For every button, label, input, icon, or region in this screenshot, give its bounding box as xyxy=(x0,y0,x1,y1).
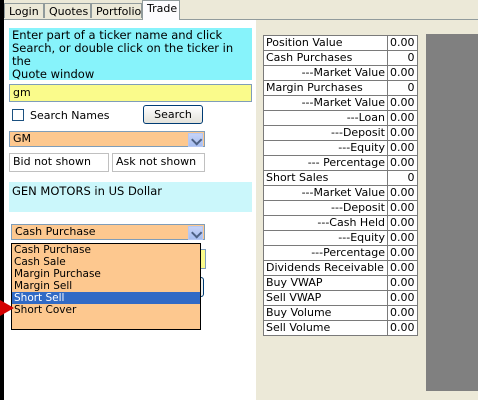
table-row: --- Percentage 0.00 xyxy=(263,155,418,171)
tab-trade[interactable]: Trade xyxy=(142,0,180,20)
position-value: 0.00 xyxy=(387,140,418,156)
table-row: Margin Purchases 0 xyxy=(263,80,418,96)
position-label: --- Percentage xyxy=(263,155,388,171)
table-row: ---Market Value 0.00 xyxy=(263,185,418,201)
ticker-description: GEN MOTORS in US Dollar xyxy=(9,182,252,212)
trade-type-select[interactable]: Cash Purchase xyxy=(11,224,205,240)
position-value: 0.00 xyxy=(387,35,418,51)
position-value: 0.00 xyxy=(387,260,418,276)
bid-field: Bid not shown xyxy=(9,153,109,172)
position-label: ---Deposit xyxy=(263,125,388,141)
table-row: ---Market Value 0.00 xyxy=(263,95,418,111)
instructions-text: Enter part of a ticker name and click Se… xyxy=(9,28,252,81)
table-row: ---Cash Held 0.00 xyxy=(263,215,418,231)
tab-login[interactable]: Login xyxy=(4,3,44,18)
table-row: Cash Purchases 0 xyxy=(263,50,418,66)
position-label: Position Value xyxy=(263,35,388,51)
dropdown-option-selected[interactable]: Short Sell xyxy=(12,292,200,304)
search-names-checkbox[interactable] xyxy=(12,109,24,121)
table-row: ---Equity 0.00 xyxy=(263,140,418,156)
position-value: 0.00 xyxy=(387,290,418,306)
chevron-down-icon[interactable] xyxy=(188,226,203,240)
position-label: Dividends Receivable xyxy=(263,260,388,276)
position-label: ---Percentage xyxy=(263,245,388,261)
position-value: 0.00 xyxy=(387,65,418,81)
instructions-line: Search, or double click on the ticker in… xyxy=(12,41,234,68)
position-label: ---Equity xyxy=(263,230,388,246)
table-row: Buy VWAP 0.00 xyxy=(263,275,418,291)
dropdown-option[interactable]: Short Cover xyxy=(12,304,200,316)
chevron-down-icon[interactable] xyxy=(188,133,203,147)
position-label: ---Market Value xyxy=(263,185,388,201)
grey-panel xyxy=(426,34,478,391)
position-label: ---Deposit xyxy=(263,200,388,216)
position-label: ---Cash Held xyxy=(263,215,388,231)
table-row: ---Deposit 0.00 xyxy=(263,125,418,141)
dropdown-option[interactable]: Margin Purchase xyxy=(12,268,200,280)
table-row: Dividends Receivable 0.00 xyxy=(263,260,418,276)
ticker-search-input[interactable]: gm xyxy=(9,84,252,102)
tab-portfolio[interactable]: Portfolio xyxy=(91,3,142,18)
table-row: ---Loan 0.00 xyxy=(263,110,418,126)
position-value: 0 xyxy=(387,50,418,66)
position-label: ---Loan xyxy=(263,110,388,126)
position-label: Cash Purchases xyxy=(263,50,388,66)
position-value: 0.00 xyxy=(387,275,418,291)
position-value: 0.00 xyxy=(387,95,418,111)
position-value: 0.00 xyxy=(387,305,418,321)
instructions-line: Quote window xyxy=(12,67,95,81)
position-value: 0.00 xyxy=(387,230,418,246)
table-row: Sell Volume 0.00 xyxy=(263,320,418,336)
position-label: Short Sales xyxy=(263,170,388,186)
position-label: Buy Volume xyxy=(263,305,388,321)
search-names-option[interactable]: Search Names xyxy=(12,108,109,122)
position-label: Margin Purchases xyxy=(263,80,388,96)
table-row: ---Equity 0.00 xyxy=(263,230,418,246)
position-value: 0.00 xyxy=(387,110,418,126)
position-value: 0.00 xyxy=(387,185,418,201)
table-row: ---Market Value 0.00 xyxy=(263,65,418,81)
tab-quotes[interactable]: Quotes xyxy=(44,3,91,18)
position-value: 0 xyxy=(387,170,418,186)
ticker-select[interactable]: GM xyxy=(9,131,205,147)
position-label: Sell VWAP xyxy=(263,290,388,306)
position-label: Sell Volume xyxy=(263,320,388,336)
position-value: 0.00 xyxy=(387,155,418,171)
table-row: Buy Volume 0.00 xyxy=(263,305,418,321)
dropdown-option[interactable]: Margin Sell xyxy=(12,280,200,292)
position-value: 0.00 xyxy=(387,245,418,261)
position-value: 0.00 xyxy=(387,320,418,336)
table-row: Position Value 0.00 xyxy=(263,35,418,51)
dropdown-option[interactable]: Cash Purchase xyxy=(12,244,200,256)
red-arrow-pointer xyxy=(0,300,14,316)
ask-field: Ask not shown xyxy=(112,153,205,172)
search-names-label: Search Names xyxy=(30,108,110,122)
tab-bar: Login Quotes Portfolio Trade xyxy=(4,0,478,20)
position-value: 0.00 xyxy=(387,215,418,231)
positions-table: Position Value 0.00 Cash Purchases 0 ---Mark… xyxy=(263,35,418,336)
position-label: ---Equity xyxy=(263,140,388,156)
position-value: 0 xyxy=(387,80,418,96)
trade-type-select-value: Cash Purchase xyxy=(15,225,96,238)
position-label: ---Market Value xyxy=(263,65,388,81)
position-value: 0.00 xyxy=(387,200,418,216)
trade-type-dropdown[interactable]: Cash Purchase Cash Sale Margin Purchase … xyxy=(11,243,201,330)
position-value: 0.00 xyxy=(387,125,418,141)
position-label: ---Market Value xyxy=(263,95,388,111)
search-button[interactable]: Search xyxy=(143,105,203,124)
dropdown-option[interactable]: Cash Sale xyxy=(12,256,200,268)
table-row: Short Sales 0 xyxy=(263,170,418,186)
position-label: Buy VWAP xyxy=(263,275,388,291)
ticker-select-value: GM xyxy=(13,132,32,145)
table-row: ---Percentage 0.00 xyxy=(263,245,418,261)
table-row: ---Deposit 0.00 xyxy=(263,200,418,216)
table-row: Sell VWAP 0.00 xyxy=(263,290,418,306)
